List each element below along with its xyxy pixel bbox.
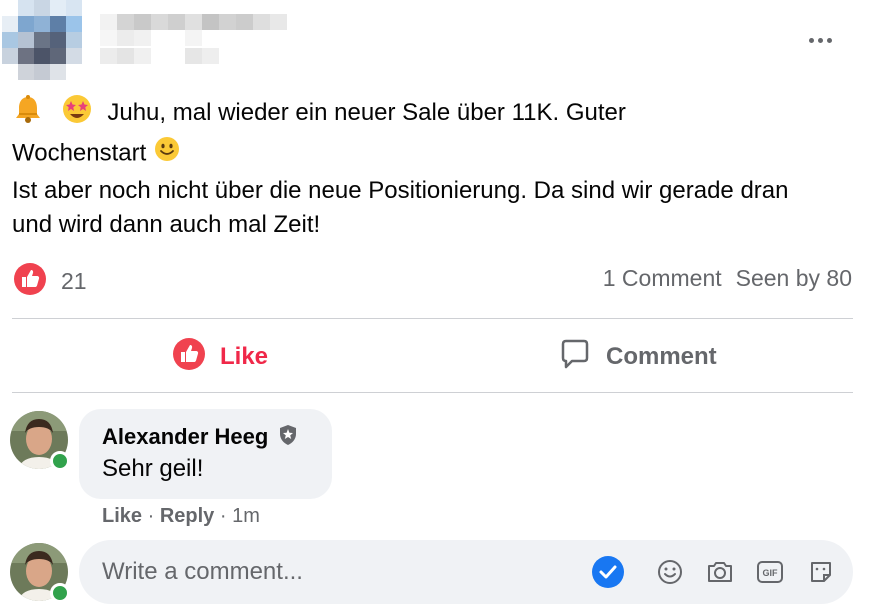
online-status-indicator bbox=[50, 451, 70, 471]
post-paragraph: Ist aber noch nicht über die neue Positi… bbox=[12, 177, 789, 238]
speech-bubble-icon bbox=[558, 337, 592, 378]
smiling-face-emoji-icon bbox=[153, 135, 181, 173]
blurred-author-name[interactable] bbox=[100, 0, 310, 80]
more-options-icon[interactable] bbox=[800, 26, 840, 54]
thumbs-up-reaction-icon bbox=[172, 337, 206, 378]
comment-reply-link[interactable]: Reply bbox=[160, 505, 214, 527]
shield-badge-icon bbox=[278, 424, 298, 452]
online-status-indicator bbox=[50, 583, 70, 603]
separator: · bbox=[147, 505, 155, 527]
comment-input-placeholder[interactable]: Write a comment... bbox=[102, 558, 303, 586]
comment-timestamp[interactable]: 1m bbox=[232, 505, 260, 527]
comment-button-label: Comment bbox=[606, 343, 717, 370]
star-struck-emoji-icon bbox=[61, 93, 93, 135]
comments-count-link[interactable]: 1 Comment bbox=[603, 265, 722, 292]
comment-like-link[interactable]: Like bbox=[102, 505, 142, 527]
reaction-count: 21 bbox=[61, 268, 87, 294]
thumbs-up-reaction-icon bbox=[13, 262, 47, 301]
svg-text:GIF: GIF bbox=[763, 568, 779, 578]
like-button-label: Like bbox=[220, 343, 269, 370]
comment-bubble bbox=[79, 409, 332, 499]
seen-by-link[interactable]: Seen by 80 bbox=[736, 265, 852, 292]
comment-button[interactable]: Comment bbox=[558, 334, 717, 380]
comment-author[interactable]: Alexander Heeg bbox=[102, 424, 298, 452]
post-line1b: Wochenstart bbox=[12, 139, 147, 167]
gif-icon[interactable]: GIF bbox=[755, 557, 785, 587]
like-button[interactable]: Like bbox=[172, 334, 268, 380]
checkmark-icon[interactable] bbox=[591, 555, 625, 589]
comment-author-name[interactable]: Alexander Heeg bbox=[102, 424, 268, 449]
divider bbox=[12, 392, 853, 393]
post-text: Juhu, mal wieder ein neuer Sale über 11K… bbox=[12, 93, 812, 173]
camera-icon[interactable] bbox=[705, 557, 735, 587]
comment-actions: Like · Reply · 1m bbox=[102, 505, 260, 528]
separator: · bbox=[219, 505, 227, 527]
blurred-author-avatar[interactable] bbox=[0, 0, 84, 84]
reaction-summary[interactable]: 21 bbox=[13, 262, 87, 301]
post-stats: 1 Comment Seen by 80 bbox=[603, 265, 852, 292]
bell-icon bbox=[12, 93, 44, 135]
sticker-icon[interactable] bbox=[806, 557, 836, 587]
comment-text: Sehr geil! bbox=[102, 455, 204, 482]
emoji-icon[interactable] bbox=[655, 557, 685, 587]
post-line1: Juhu, mal wieder ein neuer Sale über 11K… bbox=[107, 99, 626, 127]
divider bbox=[12, 318, 853, 319]
